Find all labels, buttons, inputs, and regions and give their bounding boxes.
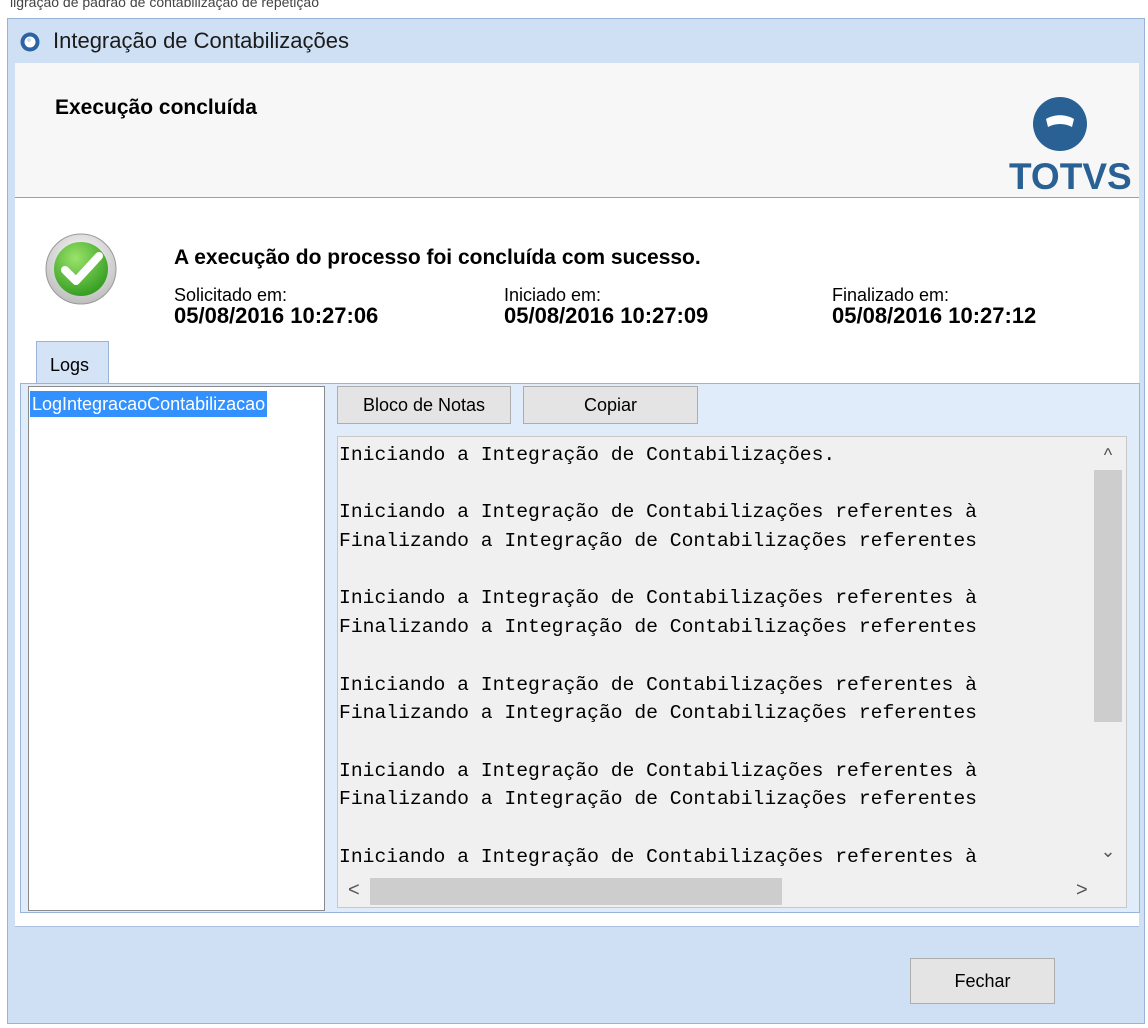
- log-line: Iniciando a Integração de Contabilizaçõe…: [339, 587, 977, 610]
- scroll-right-arrow-icon[interactable]: >: [1076, 879, 1088, 902]
- horizontal-scroll-thumb[interactable]: [370, 878, 782, 905]
- dialog-content: Execução concluída TOTVS A execução do p…: [15, 63, 1140, 1018]
- clipped-top-text: ligração de padrão de contabilização de …: [10, 0, 319, 10]
- scroll-up-arrow-icon[interactable]: ^: [1090, 445, 1126, 466]
- dialog-window: Integração de Contabilizações Execução c…: [7, 18, 1145, 1024]
- scroll-down-arrow-icon[interactable]: ⌄: [1090, 841, 1126, 862]
- status-message: A execução do processo foi concluída com…: [174, 246, 701, 269]
- log-list-item[interactable]: LogIntegracaoContabilizacao: [30, 391, 268, 417]
- log-line: Iniciando a Integração de Contabilizaçõe…: [339, 501, 977, 524]
- horizontal-scrollbar[interactable]: < >: [338, 873, 1090, 907]
- log-line: Iniciando a Integração de Contabilizaçõe…: [339, 845, 977, 868]
- log-line: Finalizando a Integração de Contabilizaç…: [339, 702, 977, 725]
- tab-logs-label: Logs: [50, 355, 90, 375]
- window-title: Integração de Contabilizações: [53, 28, 349, 53]
- fechar-button[interactable]: Fechar: [910, 958, 1055, 1004]
- logs-tab-page: LogIntegracaoContabilizacao Bloco de Not…: [20, 383, 1140, 913]
- log-line: Iniciando a Integração de Contabilizaçõe…: [339, 444, 836, 466]
- scroll-left-arrow-icon[interactable]: <: [348, 879, 360, 902]
- log-line: Iniciando a Integração de Contabilizaçõe…: [339, 673, 977, 696]
- bloco-de-notas-button[interactable]: Bloco de Notas: [337, 386, 511, 424]
- log-line: Iniciando a Integração de Contabilizaçõe…: [339, 759, 977, 782]
- tab-logs[interactable]: Logs: [36, 341, 109, 383]
- scrollbar-corner: [1090, 873, 1126, 907]
- success-check-icon: [45, 233, 117, 305]
- app-icon: [20, 32, 40, 52]
- vertical-scrollbar[interactable]: ^ ⌄: [1090, 437, 1126, 873]
- footer-divider: [15, 926, 1139, 927]
- iniciado-value: 05/08/2016 10:27:09: [504, 303, 709, 328]
- log-text-area[interactable]: Iniciando a Integração de Contabilizaçõe…: [337, 436, 1127, 908]
- log-line: Finalizando a Integração de Contabilizaç…: [339, 788, 977, 811]
- totvs-logo-text: TOTVS: [1009, 156, 1132, 197]
- log-line: Finalizando a Integração de Contabilizaç…: [339, 616, 977, 639]
- vertical-scroll-thumb[interactable]: [1094, 470, 1122, 722]
- totvs-logo-icon: [1033, 97, 1087, 151]
- header-title: Execução concluída: [55, 96, 257, 119]
- log-file-list[interactable]: LogIntegracaoContabilizacao: [28, 386, 325, 911]
- log-text-content: Iniciando a Integração de Contabilizaçõe…: [339, 441, 1109, 873]
- solicitado-value: 05/08/2016 10:27:06: [174, 303, 379, 328]
- header-panel: Execução concluída TOTVS: [15, 63, 1139, 198]
- log-line: Finalizando a Integração de Contabilizaç…: [339, 530, 977, 553]
- main-panel: A execução do processo foi concluída com…: [15, 198, 1140, 927]
- finalizado-value: 05/08/2016 10:27:12: [832, 303, 1037, 328]
- copiar-button[interactable]: Copiar: [523, 386, 698, 424]
- title-bar[interactable]: Integração de Contabilizações: [8, 19, 1144, 63]
